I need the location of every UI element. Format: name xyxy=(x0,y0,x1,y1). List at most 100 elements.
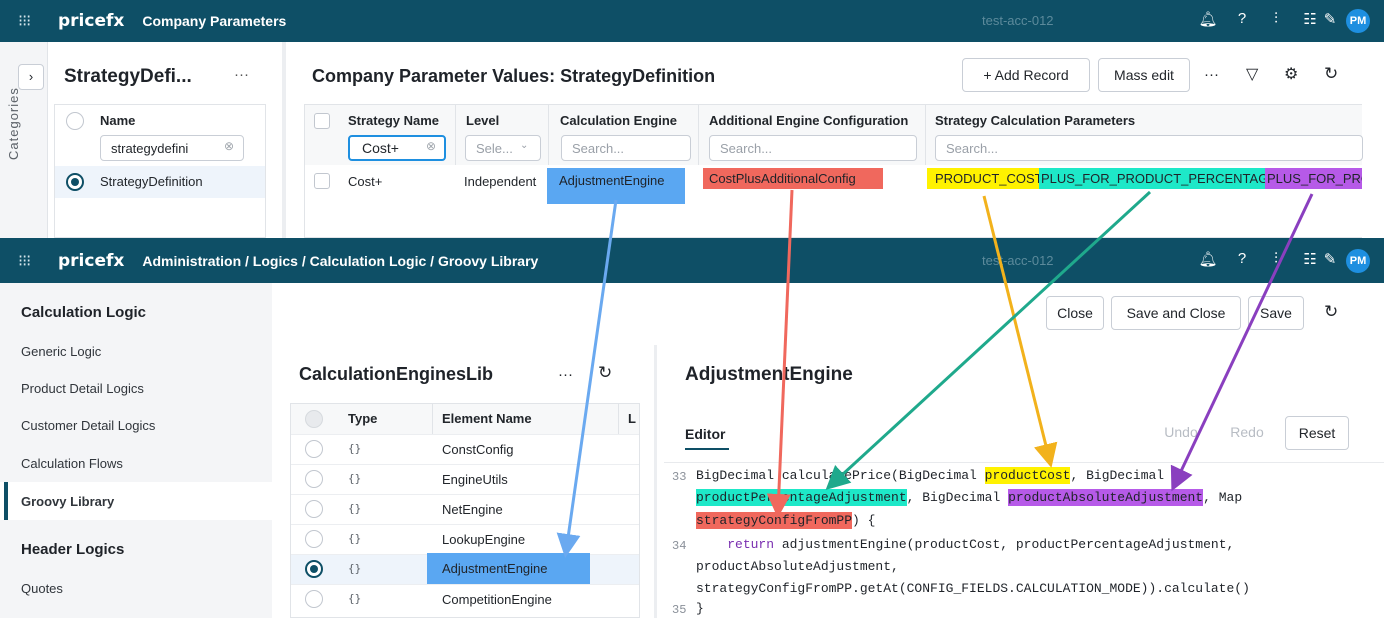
row-type: {} xyxy=(348,472,362,485)
row-type: {} xyxy=(348,442,362,455)
nav-heading-calc-logic: Calculation Logic xyxy=(21,304,147,321)
refresh-icon[interactable]: ↻ xyxy=(1324,302,1338,322)
code-line: strategyConfigFromPP.getAt(CONFIG_FIELDS… xyxy=(696,581,1250,596)
save-and-close-button[interactable]: Save and Close xyxy=(1111,296,1241,330)
line-number: 33 xyxy=(672,470,687,484)
top-app-bar: ⁝⁝⁝ pricefx Company Parameters test-acc-… xyxy=(0,0,1384,42)
values-title: Company Parameter Values: StrategyDefini… xyxy=(312,66,716,86)
nav-item-calc-flows[interactable]: Calculation Flows xyxy=(21,456,123,471)
arg-product-cost: productCost xyxy=(984,467,1071,484)
row-radio[interactable] xyxy=(305,530,323,548)
config-search[interactable]: Search... xyxy=(709,135,917,161)
param-plus-for-pro: PLUS_FOR_PRO xyxy=(1265,168,1362,189)
tools-icon[interactable]: ✎ xyxy=(1320,10,1340,28)
engine-search[interactable]: Search... xyxy=(561,135,691,161)
splitter[interactable] xyxy=(282,42,286,238)
row-radio[interactable] xyxy=(305,500,323,518)
save-button[interactable]: Save xyxy=(1248,296,1304,330)
apps-grid-icon[interactable]: ⁝⁝⁝ xyxy=(18,11,32,31)
row-engine[interactable]: AdjustmentEngine xyxy=(547,168,685,204)
row-radio[interactable] xyxy=(305,590,323,608)
sliders-icon[interactable]: ⫶ xyxy=(1266,10,1286,27)
col-additional-config: Additional Engine Configuration xyxy=(709,113,909,128)
tab-editor[interactable]: Editor xyxy=(685,426,725,442)
level-select[interactable]: Sele... xyxy=(465,135,541,161)
chevron-down-icon[interactable]: ⌄ xyxy=(520,140,528,151)
name-header: Name xyxy=(100,113,136,128)
select-all-radio xyxy=(305,410,323,428)
row-radio[interactable] xyxy=(305,560,323,578)
nav-item-groovy-library[interactable]: Groovy Library xyxy=(21,494,114,509)
param-plus-percentage: PLUS_FOR_PRODUCT_PERCENTAGE, xyxy=(1039,168,1281,189)
row-level: Independent xyxy=(464,174,537,189)
nav-heading-header-logics: Header Logics xyxy=(21,541,125,558)
select-all-radio[interactable] xyxy=(66,112,84,130)
database-icon[interactable]: ☷ xyxy=(1300,250,1320,268)
row-element-name: NetEngine xyxy=(442,502,503,517)
col-element-name: Element Name xyxy=(442,411,532,426)
redo-button[interactable]: Redo xyxy=(1214,416,1280,450)
row-type: {} xyxy=(348,532,362,545)
line-number: 34 xyxy=(672,539,687,553)
row-checkbox[interactable] xyxy=(314,173,330,189)
apps-grid-icon[interactable]: ⁝⁝⁝ xyxy=(18,251,32,271)
col-strategy-name: Strategy Name xyxy=(348,113,440,128)
help-icon[interactable]: ? xyxy=(1232,250,1252,267)
reset-button[interactable]: Reset xyxy=(1285,416,1349,450)
params-search[interactable]: Search... xyxy=(935,135,1363,161)
code-line: BigDecimal calculatePrice(BigDecimal pro… xyxy=(696,467,1165,484)
library-more-button[interactable]: ··· xyxy=(558,366,573,383)
help-icon[interactable]: ? xyxy=(1232,10,1252,27)
database-icon[interactable]: ☷ xyxy=(1300,10,1320,28)
param-product-cost: PRODUCT_COST, xyxy=(927,168,1045,189)
name-filter-input[interactable]: strategydefini xyxy=(100,135,244,161)
library-refresh-icon[interactable]: ↻ xyxy=(598,363,612,383)
bell-icon[interactable]: 🔔︎ xyxy=(1198,250,1218,268)
clear-filter-icon[interactable]: ⊗ xyxy=(224,139,234,153)
filter-icon[interactable]: ▽ xyxy=(1246,64,1258,84)
undo-button[interactable]: Undo xyxy=(1150,416,1212,450)
col-strategy-params: Strategy Calculation Parameters xyxy=(935,113,1136,128)
nav-item-quotes[interactable]: Quotes xyxy=(21,581,63,596)
col-l: L xyxy=(628,411,636,426)
select-all-checkbox[interactable] xyxy=(314,113,330,129)
add-record-button[interactable]: + Add Record xyxy=(962,58,1090,92)
mass-edit-button[interactable]: Mass edit xyxy=(1098,58,1190,92)
row-type: {} xyxy=(348,502,362,515)
line-number: 35 xyxy=(672,603,687,617)
strategy-row-name: StrategyDefinition xyxy=(100,174,203,189)
row-element-name: LookupEngine xyxy=(442,532,526,547)
code-line: } xyxy=(696,601,704,616)
splitter[interactable] xyxy=(654,345,657,618)
avatar[interactable]: PM xyxy=(1346,249,1370,273)
expand-chevron-icon[interactable]: › xyxy=(18,64,44,90)
row-radio[interactable] xyxy=(305,440,323,458)
nav-item-customer-detail[interactable]: Customer Detail Logics xyxy=(21,418,155,433)
side-nav xyxy=(0,283,272,618)
row-radio[interactable] xyxy=(66,173,84,191)
col-level: Level xyxy=(466,113,500,128)
page-title: Company Parameters xyxy=(142,13,287,29)
avatar[interactable]: PM xyxy=(1346,9,1370,33)
close-button[interactable]: Close xyxy=(1046,296,1104,330)
sliders-icon[interactable]: ⫶ xyxy=(1266,250,1286,267)
row-strategy-name: Cost+ xyxy=(348,174,383,189)
row-radio[interactable] xyxy=(305,470,323,488)
bell-icon[interactable]: 🔔︎ xyxy=(1198,10,1218,28)
account-name: test-acc-012 xyxy=(982,13,1054,28)
breadcrumb[interactable]: Administration / Logics / Calculation Lo… xyxy=(142,253,538,269)
refresh-icon[interactable]: ↻ xyxy=(1324,64,1338,84)
pricefx-logo: pricefx xyxy=(58,250,125,271)
settings-gear-icon[interactable]: ⚙ xyxy=(1284,64,1298,84)
categories-label: Categories xyxy=(6,87,21,160)
clear-filter-icon[interactable]: ⊗ xyxy=(426,139,436,153)
arg-absolute-adjustment: productAbsoluteAdjustment xyxy=(1008,489,1204,506)
code-line: return adjustmentEngine(productCost, pro… xyxy=(727,537,1235,552)
library-title: CalculationEnginesLib xyxy=(299,364,494,384)
row-config[interactable]: CostPlusAdditionalConfig xyxy=(703,168,883,189)
nav-item-product-detail[interactable]: Product Detail Logics xyxy=(21,381,144,396)
tools-icon[interactable]: ✎ xyxy=(1320,250,1340,268)
more-button[interactable]: ··· xyxy=(1204,66,1219,83)
strategy-more-button[interactable]: ··· xyxy=(234,66,249,83)
nav-item-generic-logic[interactable]: Generic Logic xyxy=(21,344,101,359)
